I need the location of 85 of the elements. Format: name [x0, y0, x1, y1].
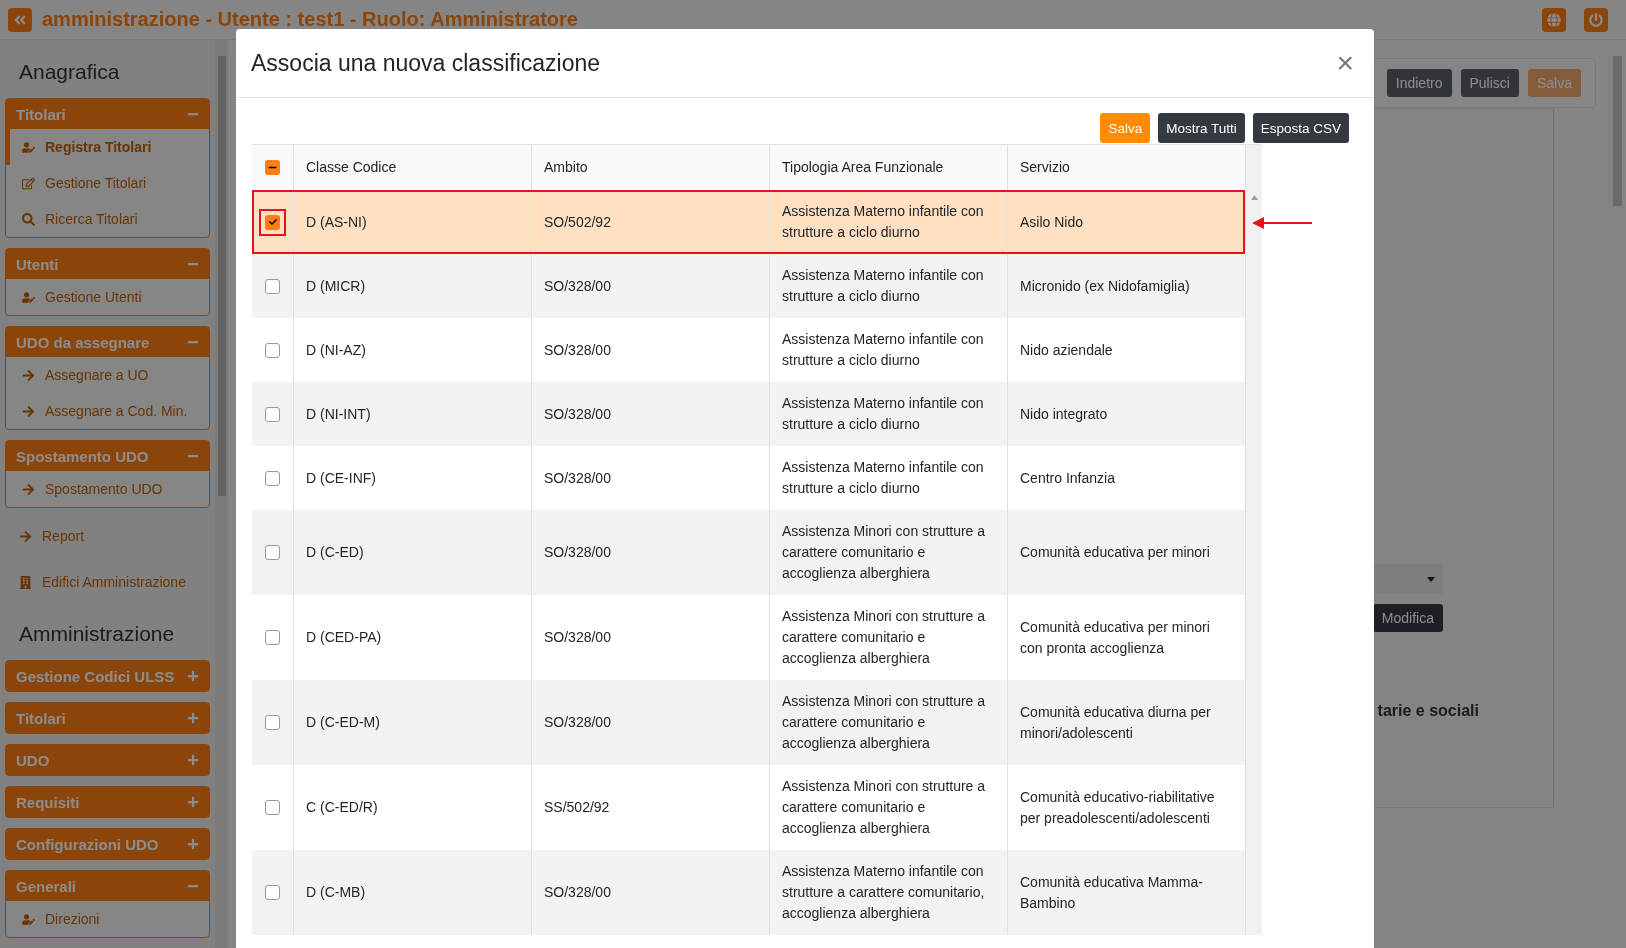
sidebar-item[interactable]: Spostamento UDO [6, 471, 209, 507]
sidebar-heading: Anagrafica [18, 59, 121, 85]
sidebar-link[interactable]: Edifici Amministrazione [5, 564, 210, 600]
edit-icon [22, 176, 35, 190]
table-cell: Assistenza Materno infantile con strutture a carattere comunitario, accoglienza alberghiera [769, 850, 1007, 935]
table-row[interactable]: D (C-ED) SO/328/00 Assistenza Minori con strutture a carattere comunitario e accoglienza alberghiera Comunità educativa per minori [252, 510, 1245, 595]
column-header: Servizio [1007, 145, 1245, 190]
building-icon [19, 575, 32, 589]
group-header[interactable]: Gestione Codici ULSS [6, 661, 209, 691]
toolbar-button[interactable]: Pulisci [1460, 69, 1519, 97]
row-checkbox[interactable] [265, 214, 280, 230]
close-button[interactable]: × [1332, 48, 1358, 78]
dropdown-caret-icon [1427, 576, 1435, 582]
group-header[interactable]: Utenti [6, 249, 209, 279]
group-header[interactable]: Configurazioni UDO [6, 829, 209, 859]
column-header: Classe Codice [293, 145, 531, 190]
table-cell: D (C-MB) [293, 850, 531, 935]
row-checkbox[interactable] [265, 406, 280, 422]
power-icon [1589, 12, 1603, 27]
user-edit-icon [22, 912, 35, 926]
arrow-right-icon [22, 482, 35, 496]
sidebar-item[interactable]: Assegnare a Cod. Min. [6, 393, 209, 429]
scrollbar[interactable] [1245, 145, 1262, 935]
row-checkbox[interactable] [265, 545, 280, 560]
modal-title: Associa una nuova classificazione [251, 49, 601, 77]
table-row[interactable]: D (C-MB) SO/328/00 Assistenza Materno infantile con strutture a carattere comunitario, accoglienza alberghiera Comunità educativa Mamma-Bambino [252, 850, 1245, 935]
sidebar-item[interactable]: Assegnare a UO [6, 357, 209, 393]
sidebar-item[interactable]: Direzioni [6, 901, 209, 937]
scrollbar-thumb[interactable] [1613, 56, 1622, 206]
group-header[interactable]: UDO da assegnare [6, 327, 209, 357]
column-header: Ambito [531, 145, 769, 190]
sidebar-item[interactable]: Registra Titolari [6, 129, 209, 165]
select-all-checkbox[interactable] [265, 160, 280, 175]
edit-button[interactable]: Modifica [1372, 604, 1443, 632]
check-icon [268, 218, 277, 226]
action-button[interactable]: Mostra Tutti [1158, 113, 1245, 143]
group-header[interactable]: Titolari [6, 703, 209, 733]
plus-icon [187, 838, 199, 850]
table-row[interactable]: D (AS-NI) SO/502/92 Assistenza Materno infantile con strutture a ciclo diurno Asilo Nido [252, 190, 1245, 254]
app-title: amministrazione - Utente : test1 - Ruolo: Amministratore [42, 8, 579, 31]
sidebar-item[interactable]: Gestione Utenti [6, 279, 209, 315]
language-button[interactable] [1542, 7, 1566, 32]
arrow-right-icon [19, 529, 32, 543]
plus-icon [187, 670, 199, 682]
pointer-arrow [1250, 216, 1312, 230]
row-checkbox[interactable] [265, 715, 280, 730]
user-edit-icon [22, 290, 35, 304]
plus-icon [187, 796, 199, 808]
sidebar-heading: Amministrazione [18, 621, 176, 647]
collapse-button[interactable] [8, 7, 32, 32]
row-checkbox[interactable] [265, 800, 280, 815]
sidebar-item[interactable]: Ricerca Titolari [6, 201, 209, 237]
scroll-up-icon[interactable] [1250, 195, 1258, 200]
action-button[interactable]: Esposta CSV [1252, 113, 1349, 143]
row-checkbox[interactable] [265, 342, 280, 358]
plus-icon [187, 754, 199, 766]
plus-icon [187, 712, 199, 724]
group-header[interactable]: Spostamento UDO [6, 441, 209, 471]
search-icon [22, 212, 35, 226]
row-checkbox[interactable] [265, 885, 280, 900]
group-header[interactable]: Titolari [6, 99, 209, 129]
toolbar-button[interactable]: Salva [1527, 69, 1581, 97]
table-cell: SO/328/00 [531, 850, 769, 935]
scrollbar[interactable] [215, 40, 228, 948]
column-header: Tipologia Area Funzionale [769, 145, 1007, 190]
group-header[interactable]: Generali [6, 871, 209, 901]
group-header[interactable]: UDO [6, 745, 209, 775]
scrollbar-thumb[interactable] [217, 56, 226, 496]
group-header[interactable]: Requisiti [6, 787, 209, 817]
globe-icon [1547, 12, 1561, 27]
sidebar-link[interactable]: Report [5, 518, 210, 554]
table-row[interactable]: D (MICR) SO/328/00 Assistenza Materno infantile con strutture a ciclo diurno Micronido (ex Nidofamiglia) [252, 254, 1245, 318]
row-checkbox[interactable] [265, 630, 280, 645]
sidebar-item[interactable]: Gestione Titolari [6, 165, 209, 201]
arrow-right-icon [22, 368, 35, 382]
toolbar-button[interactable]: Indietro [1386, 69, 1452, 97]
row-checkbox[interactable] [265, 278, 280, 294]
section-text: tarie e sociali [1377, 702, 1479, 720]
action-button[interactable]: Salva [1100, 113, 1151, 143]
user-edit-icon [22, 140, 35, 154]
table-row[interactable]: D (NI-INT) SO/328/00 Assistenza Materno infantile con strutture a ciclo diurno Nido integrato [252, 382, 1245, 446]
arrow-right-icon [22, 404, 35, 418]
table-row[interactable]: D (C-ED-M) SO/328/00 Assistenza Minori con strutture a carattere comunitario e accoglienza alberghiera Comunità educativa diurna per minori/adolescenti [252, 680, 1245, 765]
row-checkbox[interactable] [265, 470, 280, 486]
logout-button[interactable] [1584, 7, 1608, 32]
